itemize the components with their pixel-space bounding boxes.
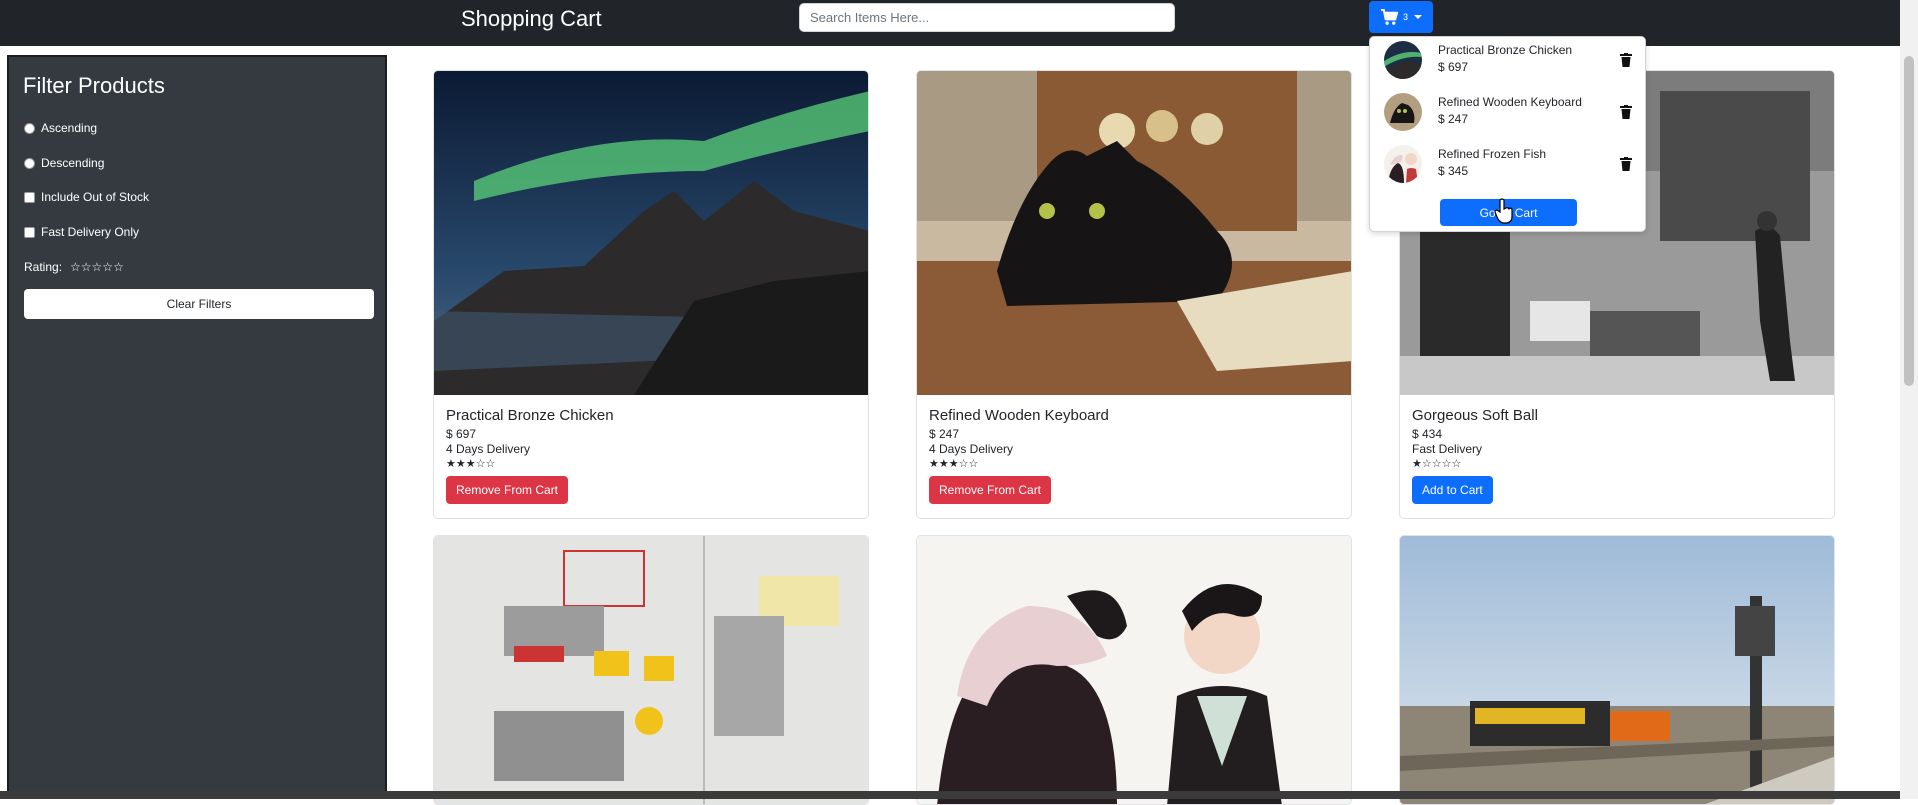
cart-dropdown-button[interactable]: 3 [1369,1,1433,33]
product-card: Practical Bronze Chicken $ 697 4 Days De… [433,70,869,519]
product-name: Gorgeous Soft Ball [1412,407,1538,424]
cart-item-thumbnail [1384,145,1422,183]
option-label: Include Out of Stock [41,190,150,204]
scrollbar-thumb[interactable] [1904,56,1914,386]
rating-filter: Rating: ☆☆☆☆☆ [24,260,124,274]
cart-item-thumbnail [1384,93,1422,131]
cart-count-badge: 3 [1402,12,1408,22]
trash-icon[interactable] [1620,105,1632,119]
filter-title: Filter Products [23,73,165,98]
sort-descending-option[interactable]: Descending [24,156,104,170]
cart-item-price: $ 697 [1438,60,1469,74]
option-label: Ascending [41,121,98,135]
product-card [1399,535,1835,805]
remove-from-cart-button[interactable]: Remove From Cart [446,476,569,504]
product-image-illustration [917,536,1351,804]
cart-item-name: Refined Wooden Keyboard [1438,95,1582,109]
filter-sidebar: Filter Products Ascending Descending Inc… [7,55,387,799]
cart-item-name: Practical Bronze Chicken [1438,43,1573,57]
product-image-cat [917,71,1351,395]
radio-button[interactable] [24,157,35,169]
cart-item: Refined Wooden Keyboard $ 247 [1384,93,1634,133]
checkbox[interactable] [24,191,35,203]
remove-from-cart-button[interactable]: Remove From Cart [929,476,1052,504]
product-price: $ 697 [446,427,477,441]
cart-item-price: $ 247 [1438,112,1469,126]
checkbox[interactable] [24,226,35,238]
trash-icon[interactable] [1620,157,1632,171]
rating-label: Rating: [24,260,63,274]
rating-stars-input[interactable]: ☆☆☆☆☆ [70,260,124,274]
product-image-aurora [434,71,868,395]
vertical-scrollbar[interactable] [1900,0,1918,799]
radio-button[interactable] [24,122,35,134]
cart-item-name: Refined Frozen Fish [1438,147,1547,161]
sort-ascending-option[interactable]: Ascending [24,121,97,135]
product-card: Refined Wooden Keyboard $ 247 4 Days Del… [916,70,1352,519]
cart-item-thumbnail [1384,41,1422,79]
cart-item: Practical Bronze Chicken $ 697 [1384,41,1634,81]
trash-icon[interactable] [1620,53,1632,67]
option-label: Fast Delivery Only [41,225,140,239]
product-card [433,535,869,805]
cart-item: Refined Frozen Fish $ 345 [1384,145,1634,185]
chevron-down-icon [1414,15,1422,19]
option-label: Descending [41,156,105,170]
product-rating-stars: ★★★☆☆ [929,458,979,470]
product-image-train [1400,536,1834,804]
product-name: Refined Wooden Keyboard [929,407,1109,424]
delivery-info: Fast Delivery [1412,442,1483,456]
product-rating-stars: ★★★☆☆ [446,458,496,470]
brand-title[interactable]: Shopping Cart [461,6,602,32]
cart-item-price: $ 345 [1438,164,1469,178]
shopping-cart-icon [1380,8,1399,25]
hand-cursor-icon [1494,198,1513,224]
add-to-cart-button[interactable]: Add to Cart [1412,476,1493,504]
bottom-edge-bar [0,791,1900,799]
fast-delivery-option[interactable]: Fast Delivery Only [24,225,139,239]
product-name: Practical Bronze Chicken [446,407,614,424]
clear-filters-button[interactable]: Clear Filters [24,289,374,319]
product-price: $ 247 [929,427,960,441]
product-image-lego [434,536,868,804]
product-price: $ 434 [1412,427,1443,441]
product-card [916,535,1352,805]
delivery-info: 4 Days Delivery [446,442,531,456]
search-input[interactable] [799,3,1175,32]
product-rating-stars: ★☆☆☆☆ [1412,458,1462,470]
include-out-of-stock-option[interactable]: Include Out of Stock [24,190,149,204]
delivery-info: 4 Days Delivery [929,442,1014,456]
